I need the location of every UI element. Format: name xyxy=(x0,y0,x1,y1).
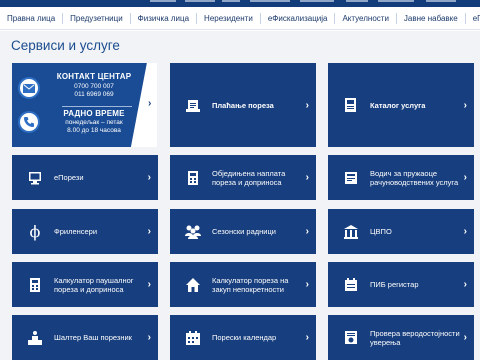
chevron-right-icon: › xyxy=(463,332,467,343)
house-icon xyxy=(184,276,202,294)
chevron-right-icon: › xyxy=(147,226,151,237)
card-label: Каталог услуга xyxy=(370,100,426,110)
card-cvpo[interactable]: ЦВПО › xyxy=(328,209,474,254)
main-nav: Правна лица Предузетници Физичка лица Не… xyxy=(0,7,480,30)
card-label: Провера веродостојности уверења xyxy=(370,328,460,347)
building-icon xyxy=(342,223,360,241)
phi-icon: ϕ xyxy=(29,222,41,241)
card-label: Порески календар xyxy=(212,333,277,342)
contact-phone-2: 011 6969 069 xyxy=(74,91,114,98)
calculator-icon xyxy=(26,276,44,294)
card-label: Калкулатор пореза на закуп непокретности xyxy=(212,275,289,294)
contact-center-banner[interactable]: КОНТАКТ ЦЕНТАР 0700 700 007 011 6969 069… xyxy=(12,63,157,147)
chevron-right-icon: › xyxy=(305,332,309,343)
card-certificate-verification[interactable]: Провера веродостојности уверења › xyxy=(328,315,474,360)
card-pib-register[interactable]: ПИБ регистар › xyxy=(328,262,474,307)
card-seasonal-workers[interactable]: Сезонски радници › xyxy=(170,209,316,254)
card-label: ПИБ регистар xyxy=(370,280,419,289)
guide-icon xyxy=(342,169,360,187)
people-icon xyxy=(184,223,202,241)
catalog-icon xyxy=(342,96,360,114)
calculator-icon xyxy=(184,169,202,187)
chevron-right-icon: › xyxy=(463,99,467,111)
card-label: Фриленсери xyxy=(54,227,98,236)
contact-heading: КОНТАКТ ЦЕНТАР xyxy=(56,72,132,81)
chevron-right-icon: › xyxy=(305,279,309,290)
chevron-right-icon: › xyxy=(305,172,309,183)
nav-item-individuals[interactable]: Физичка лица xyxy=(131,12,198,24)
nav-item-legal-entities[interactable]: Правна лица xyxy=(0,12,64,24)
page-title: Сервиси и услуге xyxy=(11,38,120,53)
chevron-right-icon: › xyxy=(305,226,309,237)
nav-item-news[interactable]: Актуелности xyxy=(335,12,397,24)
envelope-icon xyxy=(18,77,40,99)
calendar-icon xyxy=(184,329,202,347)
chevron-right-icon: › xyxy=(463,279,467,290)
card-label: Водич за пружаоце рачуноводствених услуг… xyxy=(370,168,459,187)
phone-icon xyxy=(18,111,40,133)
counter-icon xyxy=(26,329,44,347)
chevron-right-icon: › xyxy=(147,172,151,183)
certificate-icon xyxy=(342,329,360,347)
receipt-icon xyxy=(184,96,202,114)
card-unified-collection[interactable]: Обједињена наплата пореза и доприноса › xyxy=(170,155,316,200)
computer-icon xyxy=(26,169,44,187)
contact-chevron-icon: › xyxy=(148,98,152,109)
chevron-right-icon: › xyxy=(147,279,151,290)
card-label: еПорези xyxy=(54,173,84,182)
hours-heading: РАДНО ВРЕМЕ xyxy=(63,109,125,118)
chevron-right-icon: › xyxy=(305,99,309,111)
nav-item-efiscalization[interactable]: еФискализација xyxy=(261,12,336,24)
card-flat-tax-calculator[interactable]: Калкулатор паушалног пореза и доприноса … xyxy=(12,262,158,307)
card-label: Обједињена наплата пореза и доприноса xyxy=(212,168,286,187)
chevron-right-icon: › xyxy=(463,172,467,183)
card-eporezi[interactable]: еПорези › xyxy=(12,155,158,200)
nav-item-public-procurement[interactable]: Јавне набавке xyxy=(397,12,466,24)
register-icon xyxy=(342,276,360,294)
nav-item-non-residents[interactable]: Нерезиденти xyxy=(197,12,261,24)
nav-item-eporezi[interactable]: еПорези xyxy=(466,13,480,24)
card-service-catalog[interactable]: Каталог услуга › xyxy=(328,63,474,147)
chevron-right-icon: › xyxy=(463,226,467,237)
hours-time: 8.00 до 18 часова xyxy=(67,127,121,134)
top-strip xyxy=(0,0,480,7)
card-label: ЦВПО xyxy=(370,227,392,236)
hours-days: понедељак – петак xyxy=(65,119,123,126)
card-label: Калкулатор паушалног пореза и доприноса xyxy=(54,275,134,294)
card-accounting-guide[interactable]: Водич за пружаоце рачуноводствених услуг… xyxy=(328,155,474,200)
contact-info: КОНТАКТ ЦЕНТАР 0700 700 007 011 6969 069 xyxy=(46,72,142,99)
card-label: Плаћање пореза xyxy=(212,100,274,110)
contact-phone-1: 0700 700 007 xyxy=(74,83,114,90)
card-rental-tax-calculator[interactable]: Калкулатор пореза на закуп непокретности… xyxy=(170,262,316,307)
card-vas-poreznik-counter[interactable]: Шалтер Ваш порезник › xyxy=(12,315,158,360)
card-tax-calendar[interactable]: Порески календар › xyxy=(170,315,316,360)
card-label: Сезонски радници xyxy=(212,227,276,236)
card-freelancers[interactable]: ϕ Фриленсери › xyxy=(12,209,158,254)
working-hours: РАДНО ВРЕМЕ понедељак – петак 8.00 до 18… xyxy=(46,109,142,135)
contact-divider xyxy=(62,106,132,107)
nav-item-entrepreneurs[interactable]: Предузетници xyxy=(63,12,131,24)
chevron-right-icon: › xyxy=(147,332,151,343)
card-label: Шалтер Ваш порезник xyxy=(54,333,132,342)
card-tax-payment[interactable]: Плаћање пореза › xyxy=(170,63,316,147)
